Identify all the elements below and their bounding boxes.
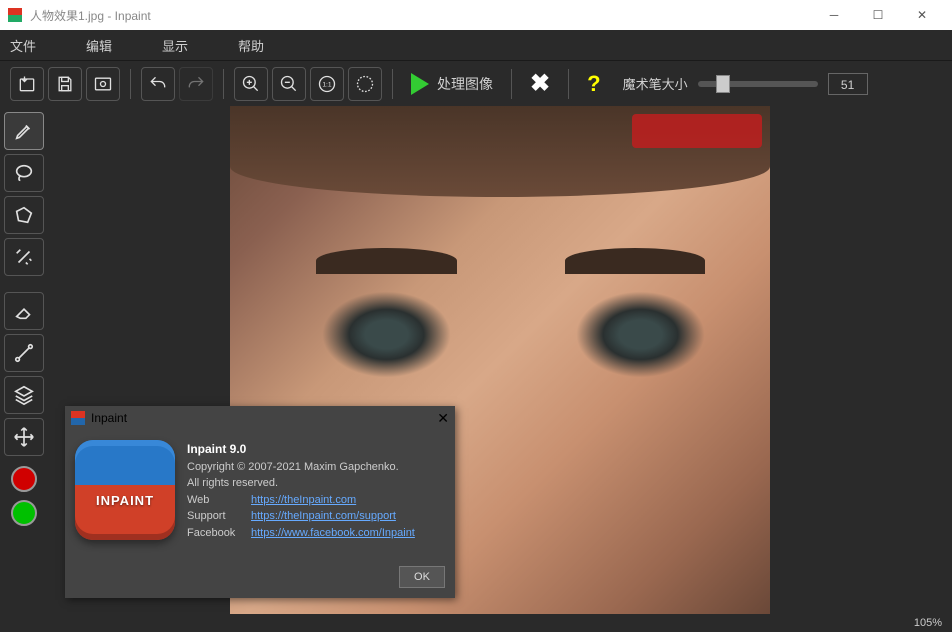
about-app-icon (71, 411, 85, 425)
zoom-level: 105% (914, 617, 942, 629)
facebook-link[interactable]: https://www.facebook.com/Inpaint (251, 525, 415, 542)
brush-value[interactable]: 51 (828, 73, 868, 95)
undo-button[interactable] (141, 67, 175, 101)
facebook-label: Facebook (187, 525, 243, 542)
move-tool[interactable] (4, 418, 44, 456)
slider-thumb[interactable] (716, 75, 730, 93)
color-red[interactable] (11, 466, 37, 492)
brush-label: 魔术笔大小 (623, 74, 688, 93)
brush-size-group: 魔术笔大小 51 (623, 73, 868, 95)
marker-tool[interactable] (4, 112, 44, 150)
line-tool[interactable] (4, 334, 44, 372)
save-button[interactable] (48, 67, 82, 101)
menu-view[interactable]: 显示 (162, 36, 188, 55)
menu-help[interactable]: 帮助 (238, 36, 264, 55)
svg-text:1:1: 1:1 (322, 81, 332, 88)
process-button[interactable]: 处理图像 (403, 73, 501, 95)
process-label: 处理图像 (437, 74, 493, 94)
menu-edit[interactable]: 编辑 (86, 36, 112, 55)
lasso-tool[interactable] (4, 154, 44, 192)
about-close-button[interactable]: ✕ (437, 410, 449, 427)
zoom-actual-button[interactable]: 1:1 (310, 67, 344, 101)
window-titlebar: 人物效果1.jpg - Inpaint ─ ☐ ✕ (0, 0, 952, 30)
about-dialog: Inpaint ✕ INPAINT Inpaint 9.0 Copyright … (65, 406, 455, 598)
close-button[interactable]: ✕ (900, 0, 944, 30)
play-icon (411, 73, 429, 95)
side-toolbar (0, 106, 48, 614)
about-logo: INPAINT (75, 440, 175, 540)
open-button[interactable] (10, 67, 44, 101)
magic-wand-tool[interactable] (4, 238, 44, 276)
app-icon (8, 8, 22, 22)
watermark-selection (632, 114, 762, 148)
zoom-in-button[interactable] (234, 67, 268, 101)
window-title: 人物效果1.jpg - Inpaint (30, 7, 812, 24)
layers-tool[interactable] (4, 376, 44, 414)
about-text: Inpaint 9.0 Copyright © 2007-2021 Maxim … (187, 440, 415, 541)
zoom-fit-button[interactable] (348, 67, 382, 101)
menubar: 文件 编辑 显示 帮助 (0, 30, 952, 60)
color-green[interactable] (11, 500, 37, 526)
support-label: Support (187, 508, 243, 525)
cancel-button[interactable]: ✖ (522, 69, 558, 98)
about-copyright: Copyright © 2007-2021 Maxim Gapchenko. (187, 461, 399, 473)
eraser-tool[interactable] (4, 292, 44, 330)
maximize-button[interactable]: ☐ (856, 0, 900, 30)
help-button[interactable]: ? (579, 71, 608, 97)
menu-file[interactable]: 文件 (10, 36, 36, 55)
web-label: Web (187, 492, 243, 509)
about-titlebar[interactable]: Inpaint ✕ (65, 406, 455, 430)
about-rights: All rights reserved. (187, 477, 278, 489)
redo-button[interactable] (179, 67, 213, 101)
about-product: Inpaint 9.0 (187, 442, 246, 456)
about-title-text: Inpaint (91, 411, 127, 425)
about-ok-button[interactable]: OK (399, 566, 445, 588)
zoom-out-button[interactable] (272, 67, 306, 101)
web-link[interactable]: https://theInpaint.com (251, 492, 356, 509)
support-link[interactable]: https://theInpaint.com/support (251, 508, 396, 525)
minimize-button[interactable]: ─ (812, 0, 856, 30)
color-picker (4, 466, 44, 526)
brush-slider[interactable] (698, 81, 818, 87)
polygon-tool[interactable] (4, 196, 44, 234)
main-toolbar: 1:1 处理图像 ✖ ? 魔术笔大小 51 (0, 60, 952, 106)
preview-button[interactable] (86, 67, 120, 101)
statusbar: 105% (0, 614, 952, 632)
